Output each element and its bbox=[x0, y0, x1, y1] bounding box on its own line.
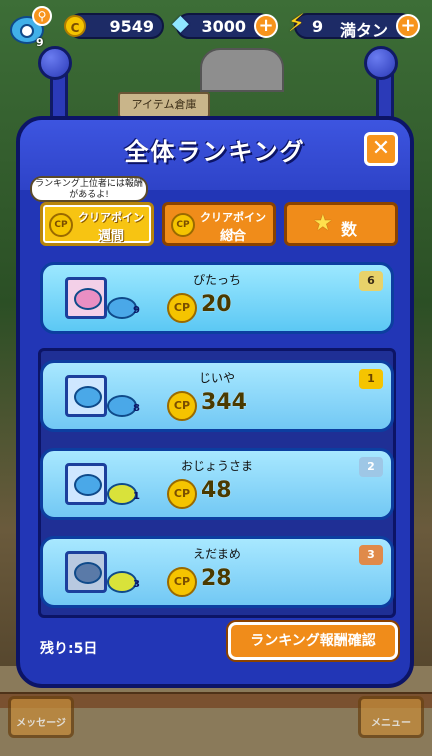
ranking-reward-button[interactable]: ランキング報酬確認 bbox=[228, 622, 398, 660]
clear-points: 48 bbox=[201, 478, 232, 503]
avatar bbox=[65, 463, 107, 505]
antenna-right bbox=[356, 46, 402, 122]
buy-stamina-button[interactable]: + bbox=[396, 14, 420, 38]
monster-level: 1 bbox=[133, 491, 140, 502]
monster-badge: 1 bbox=[107, 479, 141, 505]
reward-tooltip: ランキング上位者には報酬があるよ! bbox=[30, 176, 148, 202]
cp-icon: CP bbox=[167, 391, 197, 421]
silver-crown-icon: 2 bbox=[359, 457, 383, 477]
coin-count: 9549 bbox=[109, 17, 154, 36]
tab-weekly-clear-points[interactable]: CP クリアポイント 週間 bbox=[40, 202, 154, 246]
player-avatar[interactable]: ⚲ 9 bbox=[6, 6, 52, 49]
menu-button[interactable]: メニュー bbox=[358, 696, 424, 738]
clear-points: 20 bbox=[201, 292, 232, 317]
tab-star-count[interactable]: ★ 数 bbox=[284, 202, 398, 246]
avatar bbox=[65, 375, 107, 417]
monster-badge: 3 bbox=[107, 567, 141, 593]
monster-badge: 9 bbox=[107, 293, 141, 319]
time-remaining: 残り:5日 bbox=[40, 641, 98, 657]
dialog-title: 全体ランキング bbox=[124, 138, 306, 166]
monster-level: 9 bbox=[133, 305, 140, 316]
tab-sublabel: 週間 bbox=[97, 229, 124, 244]
close-button[interactable]: ✕ bbox=[364, 132, 398, 166]
search-icon[interactable]: ⚲ bbox=[32, 6, 52, 26]
ranking-dialog: 全体ランキング ✕ ランキング上位者には報酬があるよ! CP クリアポイント 週… bbox=[16, 116, 414, 688]
monster-level: 8 bbox=[133, 403, 140, 414]
message-button[interactable]: メッセージ bbox=[8, 696, 74, 738]
clear-points: 28 bbox=[201, 566, 232, 591]
monster-badge: 8 bbox=[107, 391, 141, 417]
my-ranking-row[interactable]: ぴたっち 9 CP 20 6 bbox=[40, 262, 394, 334]
coin-icon: C bbox=[64, 15, 86, 37]
coin-counter: C 9549 bbox=[64, 13, 164, 39]
buy-gems-button[interactable]: + bbox=[254, 14, 278, 38]
cp-icon: CP bbox=[167, 567, 197, 597]
rank-crown-icon: 6 bbox=[359, 271, 383, 291]
ranking-row[interactable]: えだまめ 3 CP 28 3 bbox=[40, 536, 394, 608]
diamond-icon: ◆ bbox=[172, 11, 189, 36]
status-bar: ⚲ 9 C 9549 ◆ 3000 + ⚡ 9 満タン + bbox=[0, 0, 432, 50]
lightning-icon: ⚡ bbox=[288, 9, 305, 37]
stamina-count: 9 bbox=[312, 17, 324, 36]
ranking-row[interactable]: じいや 8 CP 344 1 bbox=[40, 360, 394, 432]
bronze-crown-icon: 3 bbox=[359, 545, 383, 565]
stamina-status: 満タン bbox=[340, 21, 389, 40]
monster-level: 3 bbox=[133, 579, 140, 590]
ranking-row[interactable]: おじょうさま 1 CP 48 2 bbox=[40, 448, 394, 520]
gem-counter: ◆ 3000 + bbox=[172, 11, 278, 39]
item-storage-sign: アイテム倉庫 bbox=[118, 92, 210, 118]
tab-total-clear-points[interactable]: CP クリアポイント 総合 bbox=[162, 202, 276, 246]
cp-icon: CP bbox=[167, 293, 197, 323]
star-icon: ★ bbox=[313, 211, 333, 236]
stamina-counter: ⚡ 9 満タン + bbox=[288, 9, 420, 40]
tab-sublabel: 総合 bbox=[219, 229, 246, 244]
avatar bbox=[65, 551, 107, 593]
gem-count: 3000 bbox=[201, 17, 246, 36]
cp-icon: CP bbox=[171, 213, 195, 237]
cp-icon: CP bbox=[49, 213, 73, 237]
tab-label: 数 bbox=[341, 220, 358, 239]
cp-icon: CP bbox=[167, 479, 197, 509]
welcome-gate bbox=[200, 48, 284, 92]
clear-points: 344 bbox=[201, 390, 247, 415]
antenna-left bbox=[30, 46, 76, 122]
avatar bbox=[65, 277, 107, 319]
gold-crown-icon: 1 bbox=[359, 369, 383, 389]
